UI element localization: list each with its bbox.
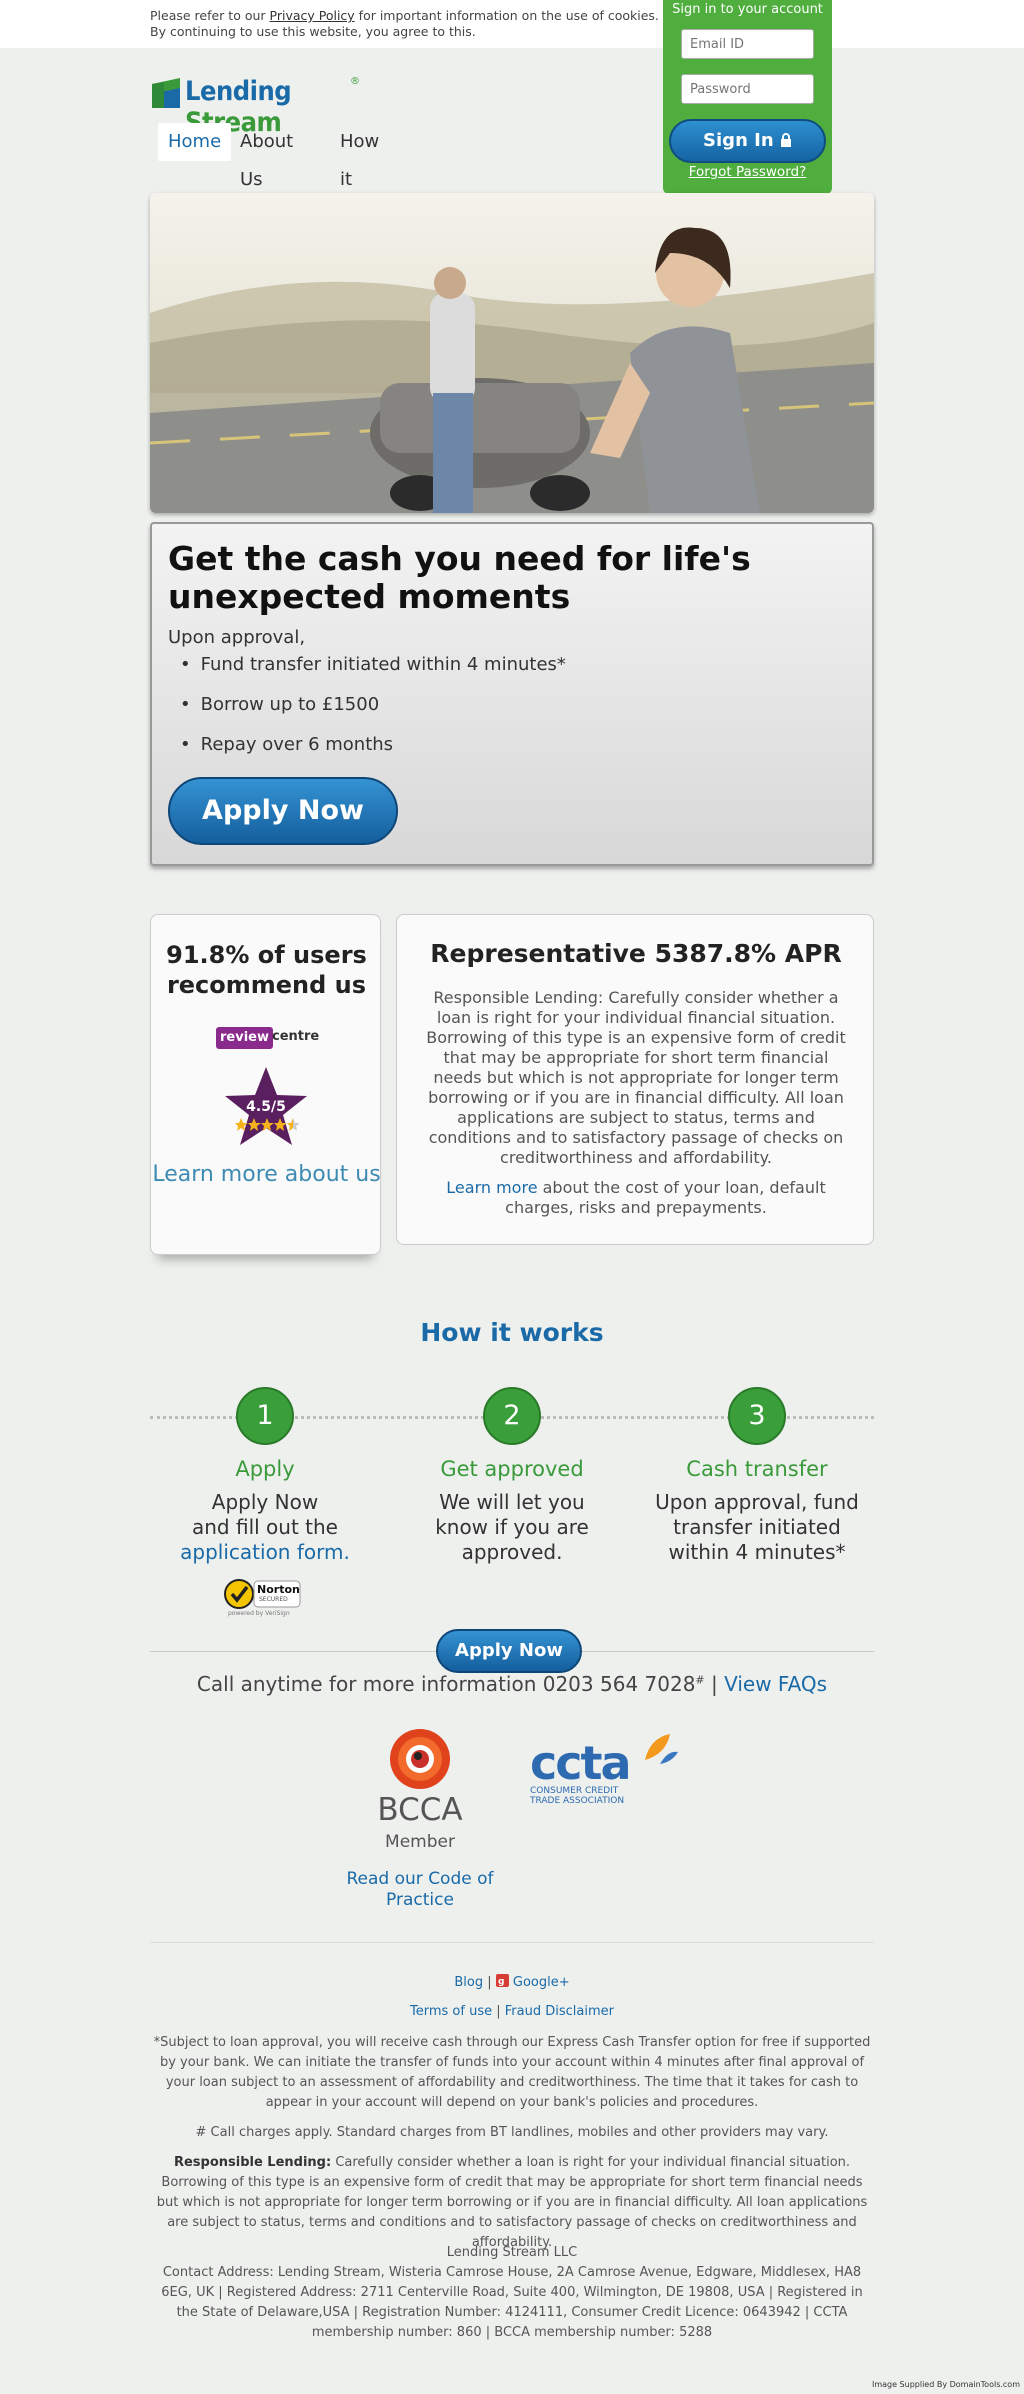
step-text: We will let you know if you are approved… xyxy=(435,1490,589,1564)
rating-value: 4.5/5 xyxy=(246,1099,286,1115)
forgot-password-link[interactable]: Forgot Password? xyxy=(663,164,832,180)
google-plus-icon: g xyxy=(495,1974,509,1987)
apr-card: Representative 5387.8% APR Responsible L… xyxy=(396,914,874,1245)
step-line: Apply Now xyxy=(211,1490,319,1514)
bcca-emblem-icon xyxy=(390,1729,450,1789)
company-name: Lending Stream LLC xyxy=(446,2245,578,2260)
ccta-tagline-1: CONSUMER CREDIT xyxy=(530,1786,619,1796)
rc-review-text: review xyxy=(216,1027,273,1049)
logo-registered: ® xyxy=(350,76,360,87)
rating-stars xyxy=(235,1117,300,1131)
ccta-logo[interactable]: ccta CONSUMER CREDIT TRADE ASSOCIATION xyxy=(530,1734,680,1806)
sign-in-button[interactable]: Sign In xyxy=(669,119,826,163)
google-plus-link[interactable]: Google+ xyxy=(513,1975,570,1990)
step-heading: Cash transfer xyxy=(686,1457,828,1481)
bcca-member: Member xyxy=(385,1832,455,1852)
norton-brand: Norton xyxy=(257,1583,300,1596)
image-credit: Image Supplied By DomainTools.com xyxy=(871,2380,1020,2389)
company-address: Contact Address: Lending Stream, Wisteri… xyxy=(161,2265,863,2340)
step-number: 1 xyxy=(236,1387,294,1445)
link-separator: | xyxy=(483,1975,496,1990)
norton-secured: SECURED xyxy=(259,1596,288,1603)
recommend-stat: 91.8% of users recommend us xyxy=(166,941,367,999)
step-heading: Apply xyxy=(235,1457,295,1481)
promo-bullets: Fund transfer initiated within 4 minutes… xyxy=(180,654,566,774)
stars-icon xyxy=(235,1118,300,1131)
email-field[interactable] xyxy=(681,29,814,59)
svg-text:g: g xyxy=(498,1977,504,1987)
application-form-link[interactable]: application form. xyxy=(150,1540,380,1565)
call-text: Call anytime for more information 0203 5… xyxy=(196,1672,696,1696)
step-number: 3 xyxy=(728,1387,786,1445)
ccta-tagline: CONSUMER CREDIT TRADE ASSOCIATION xyxy=(530,1786,624,1806)
call-footnote-mark: # xyxy=(695,1673,705,1687)
norton-powered: powered by VeriSign xyxy=(228,1610,290,1617)
call-separator: | xyxy=(704,1672,725,1696)
rl-label: Responsible Lending: xyxy=(173,2155,332,2170)
nav-home[interactable]: Home xyxy=(158,123,232,161)
learn-more-about-us-link[interactable]: Learn more about us xyxy=(151,1160,382,1190)
step-text: Apply Now and fill out the application for… xyxy=(150,1490,380,1565)
apr-learn-more: Learn more about the cost of your loan, … xyxy=(427,1178,845,1218)
legal-links: Terms of use | Fraud Disclaimer xyxy=(0,2004,1024,2019)
learn-more-rest: about the cost of your loan, default cha… xyxy=(505,1178,826,1217)
code-of-practice-link[interactable]: Read our Code of Practice xyxy=(340,1869,500,1911)
apply-now-button[interactable]: Apply Now xyxy=(168,777,398,845)
bcca-name: BCCA xyxy=(377,1792,463,1828)
rc-centre-text: centre xyxy=(272,1029,320,1044)
ccta-leaf-icon xyxy=(645,1734,678,1764)
responsible-lending-text: Responsible Lending: Carefully consider … xyxy=(426,988,846,1167)
how-it-works-title: How it works xyxy=(420,1318,604,1347)
promo-headline: Get the cash you need for life's unexpec… xyxy=(168,539,751,616)
footnote-cash-transfer: *Subject to loan approval, you will rece… xyxy=(153,2035,871,2110)
lending-stream-logo[interactable]: Lending Stream ® xyxy=(150,76,362,138)
cookie-text-before: Please refer to our xyxy=(150,8,270,23)
terms-of-use-link[interactable]: Terms of use xyxy=(410,2004,492,2019)
learn-more-link[interactable]: Learn more xyxy=(446,1178,537,1197)
footnote-call-charges: # Call charges apply. Standard charges f… xyxy=(195,2125,829,2140)
nav-about-us[interactable]: About Us xyxy=(230,123,303,190)
call-line: Call anytime for more information 0203 5… xyxy=(0,1672,1024,1696)
blog-link[interactable]: Blog xyxy=(454,1975,483,1990)
step-line: and fill out the xyxy=(192,1515,338,1539)
ccta-tagline-2: TRADE ASSOCIATION xyxy=(530,1796,625,1806)
promo-subtitle: Upon approval, xyxy=(168,627,306,648)
promo-bullet: Borrow up to £1500 xyxy=(180,694,566,734)
ccta-name: ccta xyxy=(530,1736,632,1790)
privacy-policy-link[interactable]: Privacy Policy xyxy=(270,8,355,23)
password-field[interactable] xyxy=(681,74,814,104)
hero-illustration xyxy=(150,193,874,513)
footer-responsible-lending: Responsible Lending: Carefully consider … xyxy=(150,2153,874,2253)
cookie-notice: Please refer to our Privacy Policy for i… xyxy=(150,8,670,40)
bcca-logo[interactable]: BCCA Member xyxy=(360,1726,480,1856)
logo-mark-icon xyxy=(152,78,180,108)
recommend-card: 91.8% of users recommend us review centr… xyxy=(150,914,381,1255)
review-centre-logo[interactable]: review centre xyxy=(216,1027,320,1055)
social-links: Blog | g Google+ xyxy=(0,1974,1024,1990)
rating-badge: 4.5/5 xyxy=(221,1065,311,1150)
signin-title: Sign in to your account xyxy=(672,2,823,17)
nav-how-it-works[interactable]: How it Works xyxy=(330,123,405,228)
step-text: Upon approval, fund transfer initiated w… xyxy=(655,1490,859,1564)
lock-icon xyxy=(780,133,791,147)
promo-panel: Get the cash you need for life's unexpec… xyxy=(150,522,874,866)
promo-bullet: Fund transfer initiated within 4 minutes… xyxy=(180,654,566,694)
link-separator: | xyxy=(492,2004,505,2019)
step-number: 2 xyxy=(483,1387,541,1445)
hero-image xyxy=(150,193,874,513)
cookie-bar: Please refer to our Privacy Policy for i… xyxy=(0,0,1024,48)
apply-now-button-secondary[interactable]: Apply Now xyxy=(436,1629,582,1673)
norton-secured-badge[interactable]: Norton SECURED powered by VeriSign xyxy=(224,1577,304,1619)
logo-word-lending: Lending xyxy=(185,76,292,107)
view-faqs-link[interactable]: View FAQs xyxy=(724,1672,827,1696)
signin-panel: Sign in to your account Sign In Forgot P… xyxy=(663,0,832,194)
fraud-disclaimer-link[interactable]: Fraud Disclaimer xyxy=(505,2004,614,2019)
sign-in-label: Sign In xyxy=(703,130,774,151)
promo-bullet: Repay over 6 months xyxy=(180,734,566,774)
footer-divider xyxy=(150,1942,874,1943)
step-heading: Get approved xyxy=(440,1457,584,1481)
apr-title: Representative 5387.8% APR xyxy=(430,939,842,968)
